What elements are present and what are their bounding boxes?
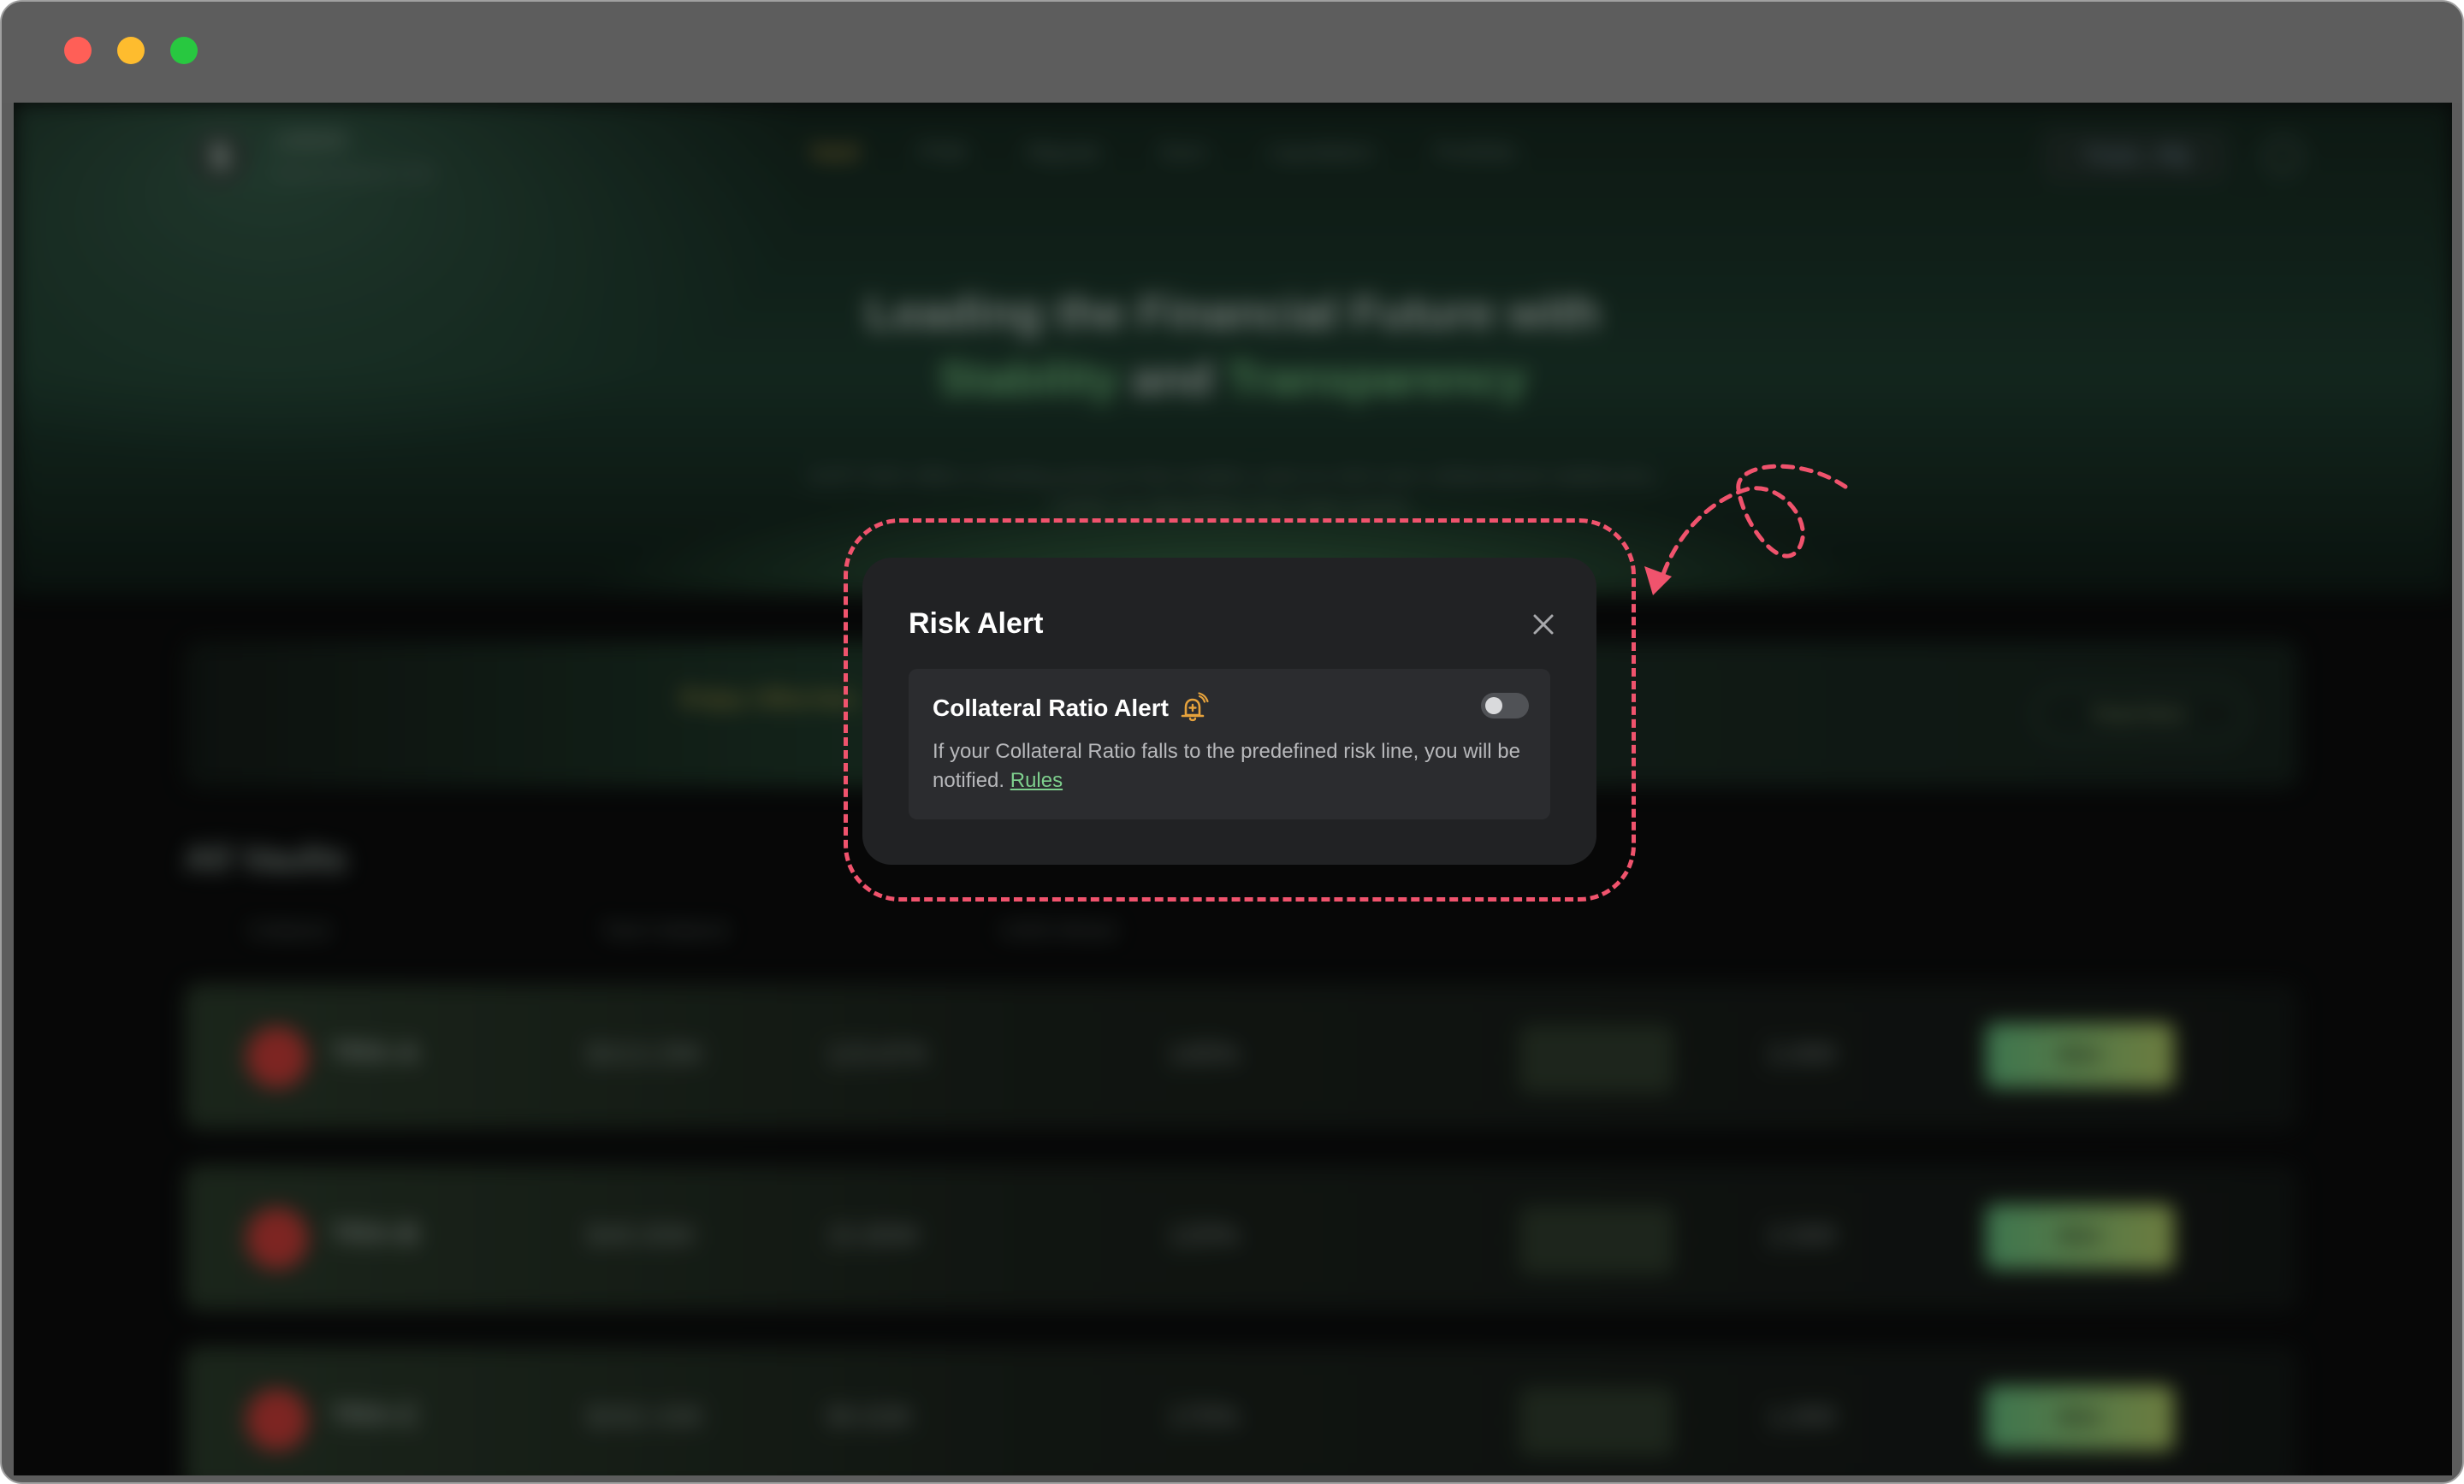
alert-title: Collateral Ratio Alert [933,695,1169,721]
modal-title: Risk Alert [909,607,1044,640]
close-icon[interactable] [1526,607,1561,641]
toggle-knob [1485,697,1502,714]
bell-ring-icon [1181,692,1209,722]
risk-alert-modal: Risk Alert Collateral Ratio Alert If you… [862,558,1596,865]
collateral-ratio-alert-card: Collateral Ratio Alert If your Collatera… [909,669,1550,819]
alert-description: If your Collateral Ratio falls to the pr… [933,740,1520,792]
rules-link[interactable]: Rules [1010,769,1063,792]
browser-window: $ USDD Decentralized USD Vault PSM Migra… [0,0,2464,1484]
alert-toggle[interactable] [1481,693,1529,718]
